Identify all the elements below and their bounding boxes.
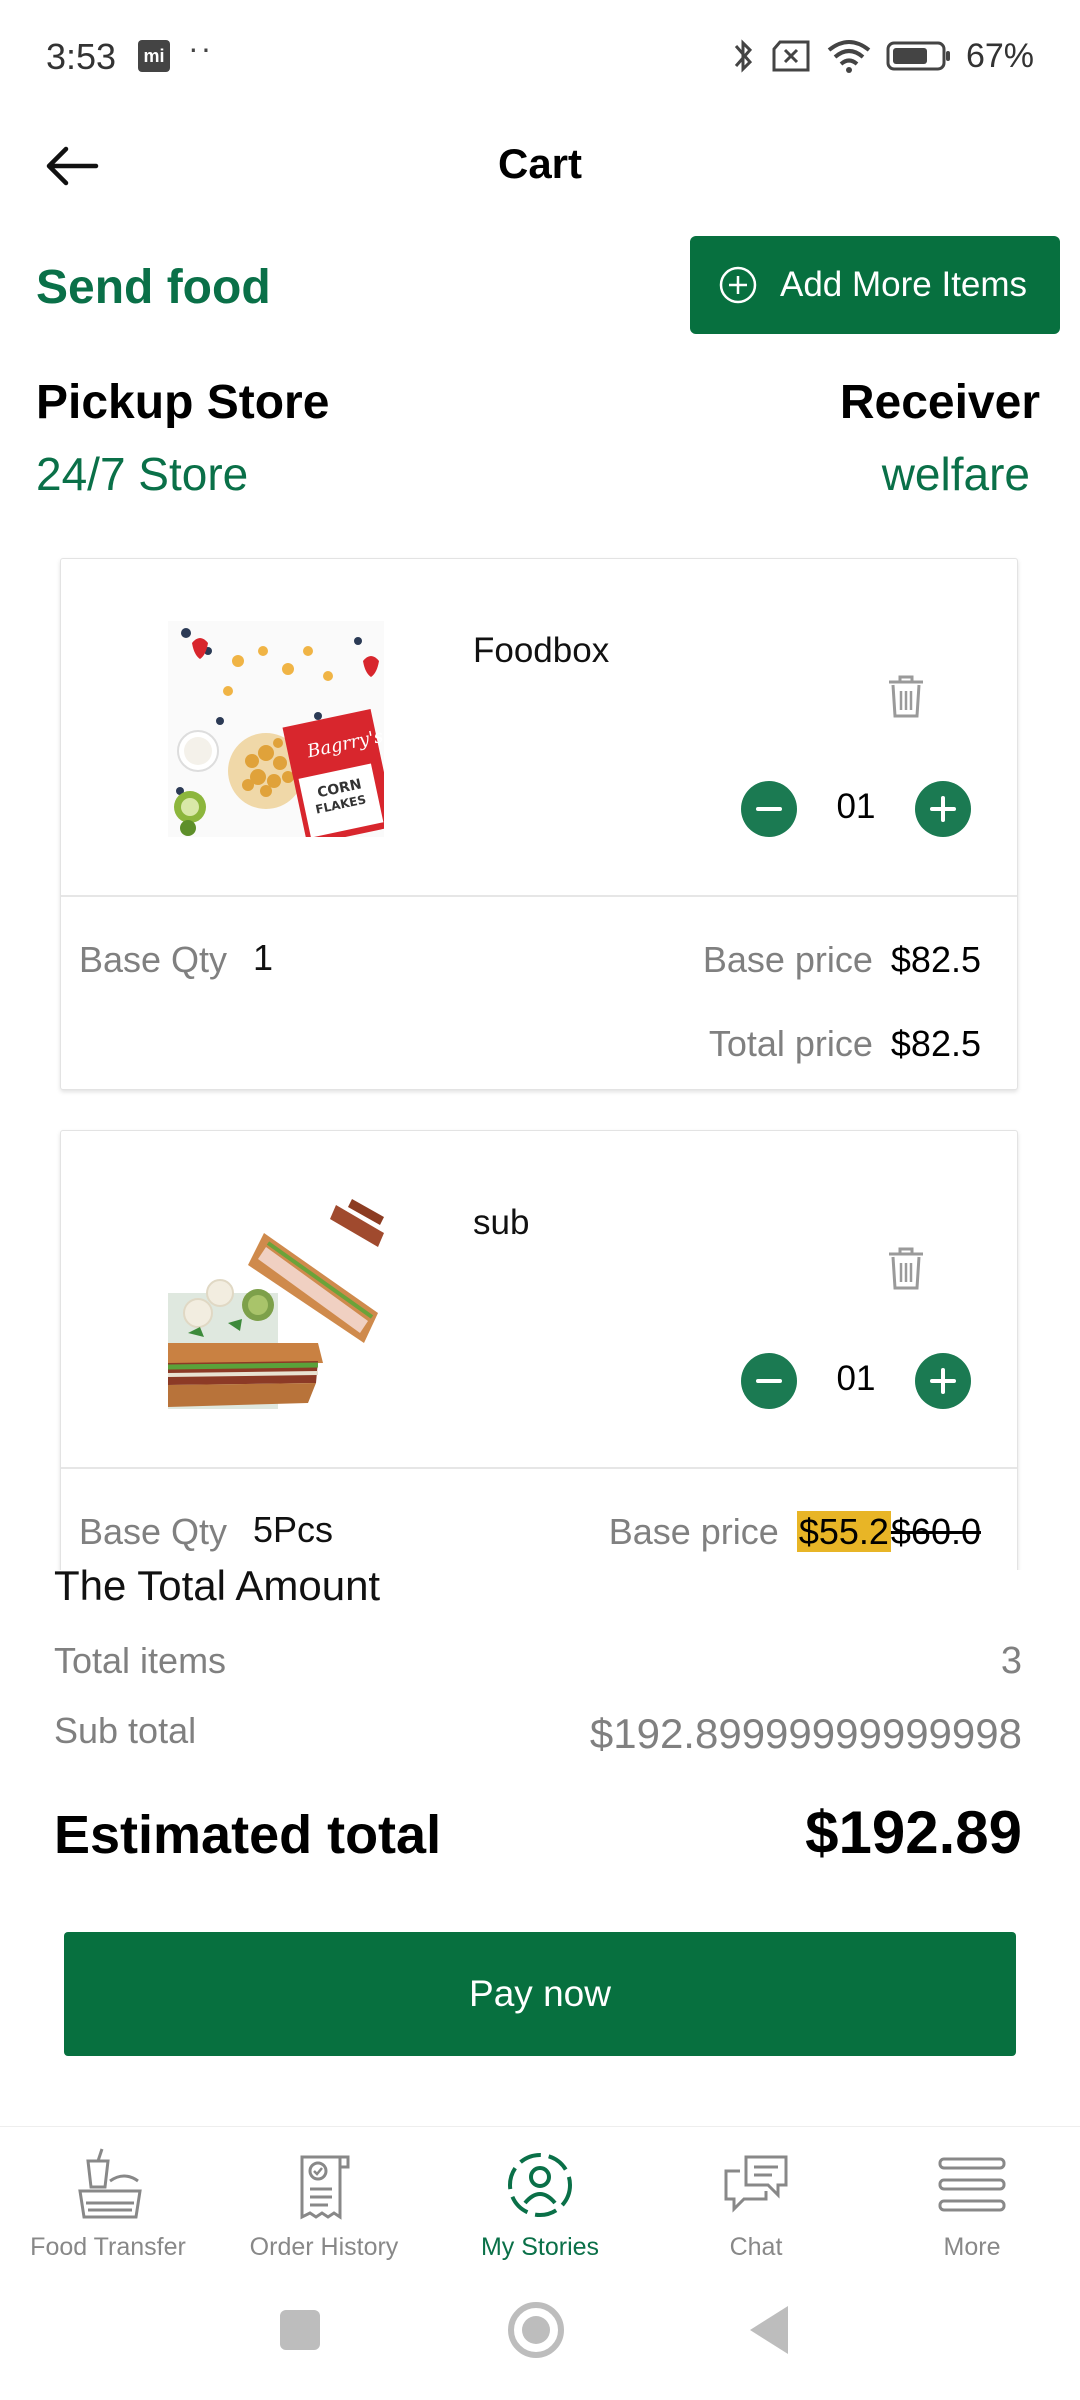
decrease-quantity-button[interactable] <box>741 1353 797 1409</box>
increase-quantity-button[interactable] <box>915 781 971 837</box>
base-price-value: $82.5 <box>890 939 981 980</box>
cart-item-card: sub 01 Base Qty 5Pcs Base price $55.2$60… <box>60 1130 1018 1570</box>
estimated-total-label: Estimated total <box>54 1805 442 1865</box>
nav-label: Chat <box>729 2233 783 2261</box>
quantity-stepper: 01 <box>741 1353 981 1409</box>
delete-item-button[interactable] <box>883 671 929 721</box>
total-price-row: Total price $82.5 <box>709 1023 981 1065</box>
home-button[interactable] <box>508 2302 564 2358</box>
base-price-row: Base price $55.2$60.0 <box>609 1511 981 1553</box>
cart-items-list[interactable]: Bagrry's CORN FLAKES Foodbox 01 Base Qty… <box>0 540 1080 1570</box>
nav-item-chat[interactable]: Chat <box>648 2147 864 2277</box>
chat-icon <box>724 2155 788 2213</box>
nav-label: Food Transfer <box>30 2233 186 2261</box>
status-time: 3:53 <box>46 36 117 77</box>
bluetooth-icon <box>734 39 752 73</box>
base-price-row: Base price $82.5 <box>703 939 981 981</box>
nav-label: Order History <box>249 2233 399 2261</box>
estimated-total-value: $192.89 <box>805 1799 1022 1866</box>
base-qty-value: 5Pcs <box>253 1509 334 1550</box>
nav-item-my-stories[interactable]: My Stories <box>432 2147 648 2277</box>
nav-label: More <box>943 2233 1001 2261</box>
status-icons: 67% <box>732 32 1034 80</box>
original-price: $60.0 <box>890 1511 981 1552</box>
order-history-icon <box>300 2155 350 2220</box>
pickup-store-value: 24/7 Store <box>36 448 249 500</box>
add-more-items-label: Add More Items <box>780 265 1028 304</box>
wifi-icon <box>827 40 871 73</box>
subtotal-label: Sub total <box>54 1710 197 1751</box>
trash-icon <box>889 675 923 718</box>
nav-label: My Stories <box>480 2233 600 2261</box>
subtotal-value: $192.89999999999998 <box>589 1710 1022 1757</box>
nav-item-food-transfer[interactable]: Food Transfer <box>0 2147 216 2277</box>
add-more-items-button[interactable]: Add More Items <box>690 236 1060 334</box>
foodbox-product-image: Bagrry's CORN FLAKES <box>168 621 384 837</box>
cart-item-header: Bagrry's CORN FLAKES Foodbox 01 <box>61 559 1017 897</box>
pay-now-button[interactable]: Pay now <box>64 1932 1016 2056</box>
base-qty-label: Base Qty <box>79 939 228 980</box>
cart-item-header: sub 01 <box>61 1131 1017 1469</box>
system-back-button[interactable] <box>750 2306 788 2354</box>
plus-circle-icon <box>719 266 757 304</box>
page-title: Cart <box>497 140 583 187</box>
total-price-value: $82.5 <box>890 1023 981 1064</box>
notification-dots: ·· <box>188 30 214 66</box>
status-bar: 3:53 mi ·· 67% <box>0 0 1080 110</box>
receiver-title: Receiver <box>839 376 1040 429</box>
bottom-navigation: Food Transfer Order History My Stories C… <box>0 2126 1080 2276</box>
cart-item-card: Bagrry's CORN FLAKES Foodbox 01 Base Qty… <box>60 558 1018 1090</box>
total-price-label: Total price <box>708 1023 873 1064</box>
base-qty-value: 1 <box>253 937 274 978</box>
item-name: Foodbox <box>473 631 610 670</box>
mi-badge-icon: mi <box>138 40 170 72</box>
send-food-title: Send food <box>36 261 271 314</box>
decrease-quantity-button[interactable] <box>741 781 797 837</box>
delete-item-button[interactable] <box>883 1243 929 1293</box>
battery-icon <box>886 41 950 71</box>
quantity-value: 01 <box>836 787 876 826</box>
total-amount-title: The Total Amount <box>54 1562 381 1609</box>
price-group: $55.2$60.0 <box>796 1511 981 1553</box>
nav-item-order-history[interactable]: Order History <box>216 2147 432 2277</box>
my-stories-icon <box>508 2153 572 2217</box>
quantity-stepper: 01 <box>741 781 981 837</box>
food-transfer-icon <box>78 2148 142 2219</box>
battery-percent: 67% <box>965 36 1034 75</box>
total-items-value: 3 <box>1000 1640 1022 1682</box>
menu-icon <box>938 2157 1006 2212</box>
no-sim-icon <box>772 40 810 72</box>
quantity-value: 01 <box>836 1359 876 1398</box>
base-price-label: Base price <box>608 1511 779 1552</box>
base-qty-label: Base Qty <box>79 1511 228 1552</box>
receiver-value: welfare <box>881 448 1030 500</box>
app-bar: Cart <box>0 110 1080 220</box>
increase-quantity-button[interactable] <box>915 1353 971 1409</box>
pickup-store-title: Pickup Store <box>36 376 330 429</box>
item-name: sub <box>473 1203 530 1242</box>
system-navigation-bar <box>0 2276 1080 2400</box>
discounted-price: $55.2 <box>796 1511 891 1552</box>
nav-item-more[interactable]: More <box>864 2147 1080 2277</box>
recent-apps-button[interactable] <box>280 2310 320 2350</box>
trash-icon <box>889 1247 923 1290</box>
sub-sandwich-product-image <box>168 1193 384 1409</box>
total-items-label: Total items <box>54 1640 227 1681</box>
base-price-label: Base price <box>702 939 873 980</box>
